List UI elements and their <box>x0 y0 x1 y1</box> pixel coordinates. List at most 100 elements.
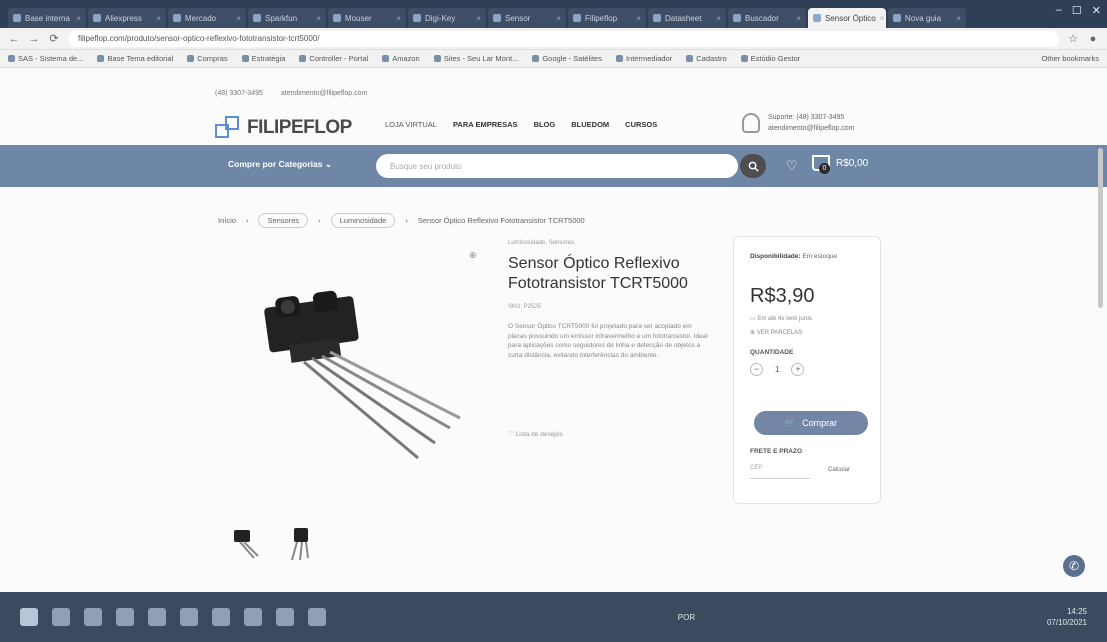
browser-tab[interactable]: Mouser × <box>328 8 406 28</box>
close-tab-icon[interactable]: × <box>556 14 561 23</box>
maximize-icon[interactable]: ☐ <box>1072 4 1082 17</box>
browser-tab[interactable]: Base interna × <box>8 8 86 28</box>
close-tab-icon[interactable]: × <box>476 14 481 23</box>
reload-icon[interactable]: ⟳ <box>48 32 60 45</box>
tab-label: Sensor <box>505 13 531 23</box>
close-tab-icon[interactable]: × <box>396 14 401 23</box>
windows-start-icon[interactable] <box>20 608 38 626</box>
browser-tab[interactable]: Digi-Key × <box>408 8 486 28</box>
address-bar[interactable]: filipeflop.com/produto/sensor-optico-ref… <box>68 30 1059 47</box>
wishlist-link[interactable]: ♡ Lista de desejos <box>508 430 563 438</box>
close-icon[interactable]: ✕ <box>1092 4 1101 17</box>
tab-label: Mercado <box>185 13 217 23</box>
nav-item-cursos[interactable]: CURSOS <box>625 120 657 129</box>
installments-info: ▭ Em até 4x sem juros <box>750 315 812 322</box>
bookmark-item[interactable]: Estúdio Gestor <box>740 54 800 63</box>
browser-tab[interactable]: Sparkfun × <box>248 8 326 28</box>
minimize-icon[interactable]: – <box>1056 4 1062 17</box>
whatsapp-icon[interactable]: ✆ <box>1063 555 1085 577</box>
nav-item-bluedom[interactable]: BLUEDOM <box>571 120 609 129</box>
browser-tab[interactable]: Buscador × <box>728 8 806 28</box>
file-explorer-icon[interactable] <box>84 608 102 626</box>
app-icon-7[interactable] <box>212 608 230 626</box>
profile-icon[interactable]: ● <box>1087 33 1099 45</box>
browser-tab[interactable]: Mercado × <box>168 8 246 28</box>
edge-icon[interactable] <box>52 608 70 626</box>
close-tab-icon[interactable]: × <box>236 14 241 23</box>
bookmark-item[interactable]: Intermediador <box>615 54 672 63</box>
increase-button[interactable]: + <box>791 363 805 376</box>
bookmark-icon <box>241 55 249 62</box>
nav-item-loja[interactable]: LOJA VIRTUAL <box>385 120 437 129</box>
product-image[interactable] <box>230 268 470 468</box>
zoom-icon[interactable]: ⊕ <box>469 250 477 261</box>
browser-tab[interactable]: Filipeflop × <box>568 8 646 28</box>
bookmark-item[interactable]: Amazon <box>382 54 420 63</box>
bookmark-item[interactable]: Compras <box>187 54 228 63</box>
category-search-bar: Compre por Categorias ⌄ Busque seu produ… <box>0 145 1107 187</box>
buy-button[interactable]: 🛒 Comprar <box>754 411 868 435</box>
close-tab-icon[interactable]: × <box>636 14 641 23</box>
star-icon[interactable]: ☆ <box>1067 32 1079 45</box>
chrome-icon[interactable] <box>116 608 134 626</box>
payment-options-link[interactable]: ⊕ VER PARCELAS <box>750 329 802 336</box>
close-tab-icon[interactable]: × <box>880 14 885 23</box>
app-icon-8[interactable] <box>244 608 262 626</box>
contact-email[interactable]: atendimento@filipeflop.com <box>281 90 368 97</box>
browser-tab[interactable]: Sensor Óptico × <box>808 8 886 28</box>
bookmark-item[interactable]: Google - Satélites <box>532 54 602 63</box>
window-controls: – ☐ ✕ <box>1056 4 1101 17</box>
product-category[interactable]: Luminosidade, Sensores <box>508 240 574 246</box>
bookmark-item[interactable]: SAS - Sistema de... <box>8 54 83 63</box>
breadcrumb-luminosidade[interactable]: Luminosidade <box>330 213 396 228</box>
heart-icon[interactable]: ♡ <box>786 158 798 174</box>
bookmark-item[interactable]: Estratégia <box>241 54 285 63</box>
categories-button[interactable]: Compre por Categorias ⌄ <box>228 159 332 170</box>
app-icon-9[interactable] <box>276 608 294 626</box>
thumbnail-2[interactable] <box>284 526 316 562</box>
bookmark-item[interactable]: Base Tema editorial <box>97 54 173 63</box>
bookmark-item[interactable]: Sites - Seu Lar Mont... <box>433 54 518 63</box>
app-icon-6[interactable] <box>180 608 198 626</box>
browser-tab[interactable]: Datasheet × <box>648 8 726 28</box>
bookmark-icon <box>532 55 540 62</box>
nav-item-blog[interactable]: BLOG <box>534 120 556 129</box>
nav-item-empresas[interactable]: PARA EMPRESAS <box>453 120 518 129</box>
installments-label: Em até 4x sem juros <box>757 316 813 322</box>
favicon-icon <box>813 14 821 22</box>
scrollbar[interactable] <box>1098 148 1103 308</box>
app-icon-5[interactable] <box>148 608 166 626</box>
close-tab-icon[interactable]: × <box>316 14 321 23</box>
breadcrumb-sensores[interactable]: Sensores <box>258 213 309 228</box>
bookmark-item[interactable]: Cadastro <box>686 54 727 63</box>
contact-phone[interactable]: (48) 3307-3495 <box>215 90 263 97</box>
thumbnail-1[interactable] <box>230 526 262 562</box>
close-tab-icon[interactable]: × <box>956 14 961 23</box>
forward-icon[interactable]: → <box>28 33 40 45</box>
site-logo[interactable]: FILIPEFLOP <box>215 116 352 140</box>
cep-input[interactable]: CEP <box>750 465 810 479</box>
support-phone[interactable]: Suporte: (48) 3307-3495 <box>768 112 855 123</box>
decrease-button[interactable]: − <box>750 363 763 376</box>
system-clock[interactable]: 14:25 07/10/2021 <box>1047 606 1087 628</box>
close-tab-icon[interactable]: × <box>716 14 721 23</box>
breadcrumb-home[interactable]: Início <box>218 216 236 225</box>
search-button[interactable] <box>740 154 766 178</box>
bookmark-item[interactable]: Controller - Portal <box>299 54 368 63</box>
close-tab-icon[interactable]: × <box>156 14 161 23</box>
browser-tab[interactable]: Nova guia × <box>888 8 966 28</box>
app-icon-10[interactable] <box>308 608 326 626</box>
close-tab-icon[interactable]: × <box>796 14 801 23</box>
cart-button[interactable]: 0 R$0,00 <box>812 155 868 174</box>
quantity-value[interactable]: 1 <box>775 365 779 374</box>
browser-tab[interactable]: Aliexpress × <box>88 8 166 28</box>
close-tab-icon[interactable]: × <box>76 14 81 23</box>
back-icon[interactable]: ← <box>8 33 20 45</box>
language-indicator[interactable]: POR <box>678 613 695 622</box>
search-input[interactable]: Busque seu produto <box>376 154 738 178</box>
calculate-shipping-button[interactable]: Calcular <box>828 467 850 473</box>
support-email[interactable]: atendimento@filipeflop.com <box>768 123 855 134</box>
browser-tab[interactable]: Sensor × <box>488 8 566 28</box>
other-bookmarks[interactable]: Other bookmarks <box>1041 54 1099 63</box>
breadcrumb: Início › Sensores › Luminosidade › Senso… <box>218 213 585 228</box>
